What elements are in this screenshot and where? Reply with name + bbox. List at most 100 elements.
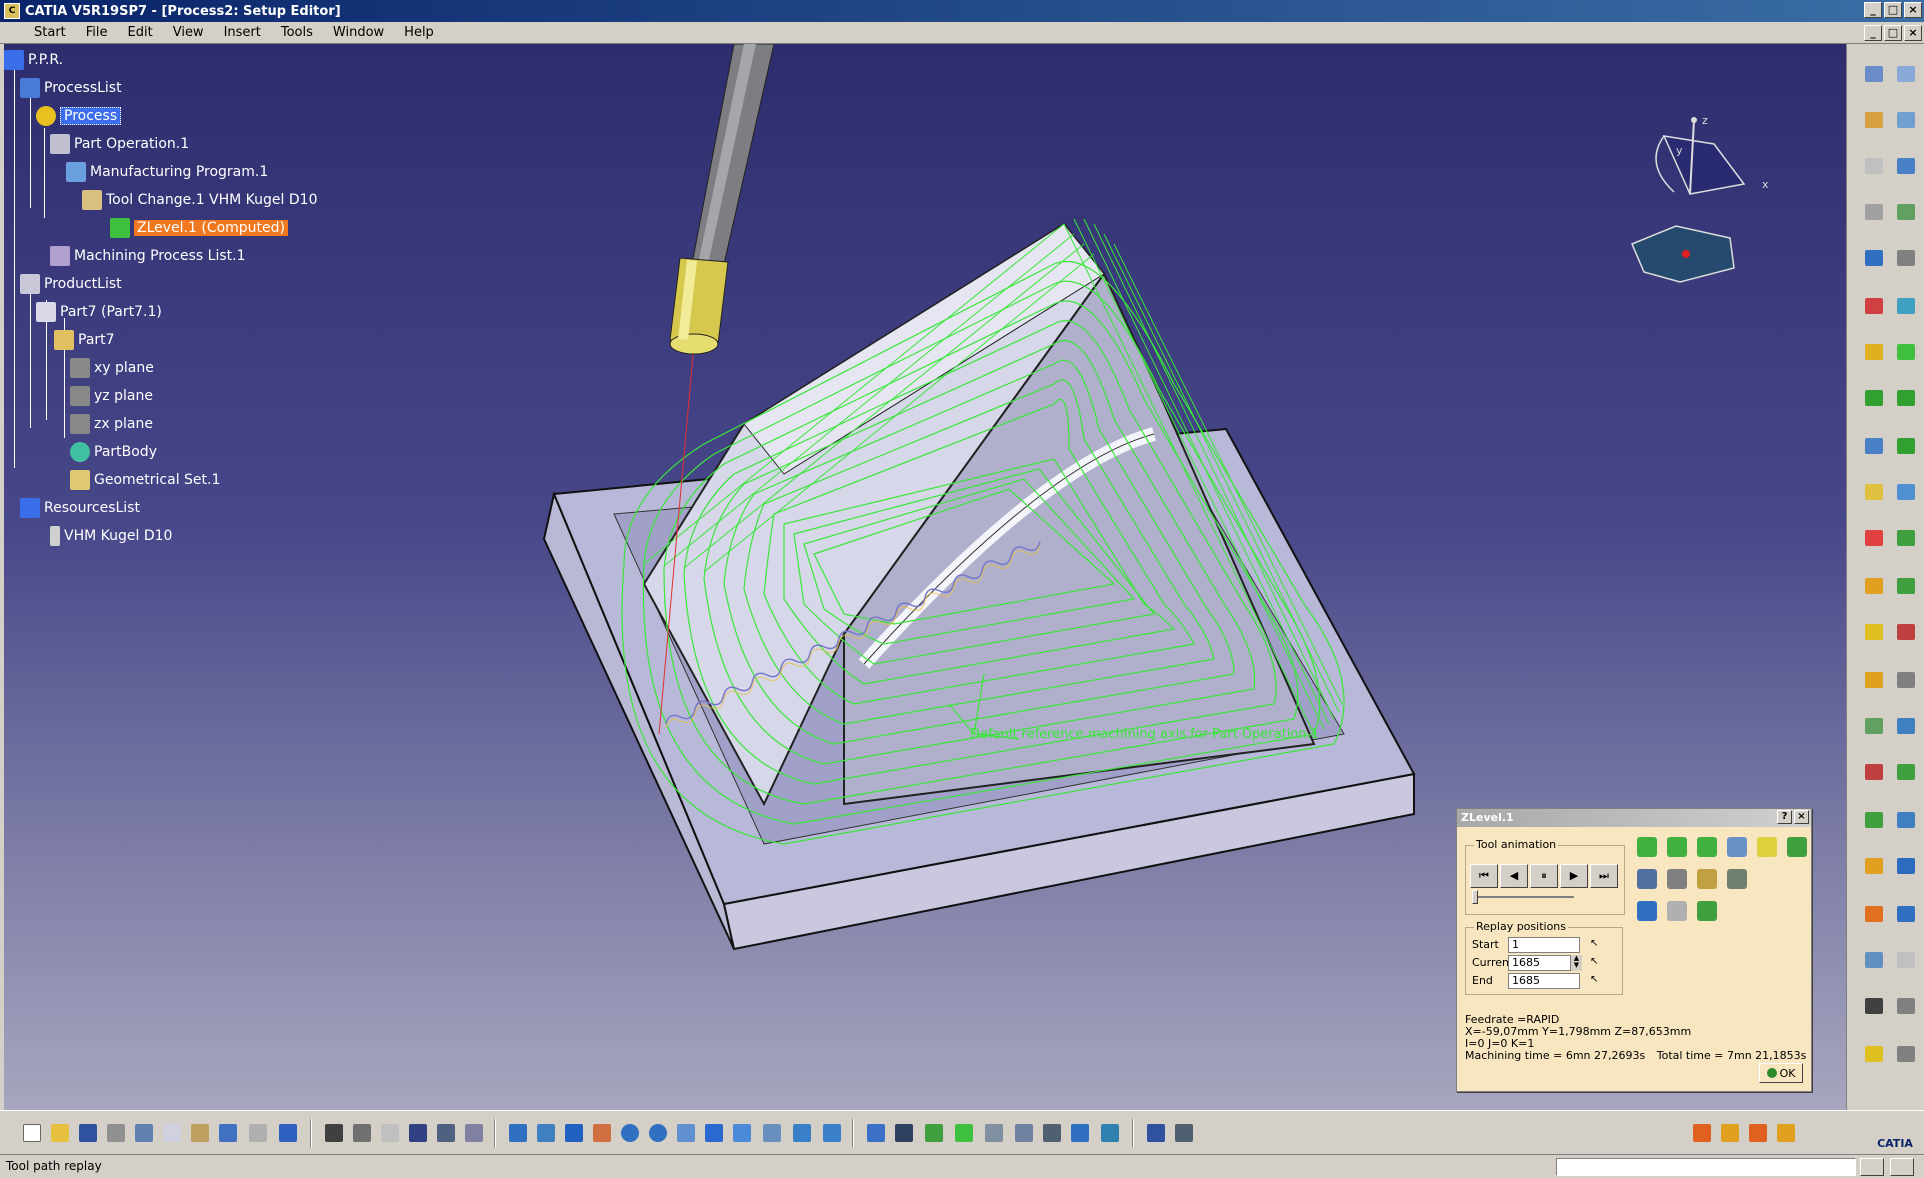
tree-node-resourceslist[interactable]: ResourcesList bbox=[20, 498, 140, 518]
tool-button[interactable] bbox=[1861, 948, 1887, 972]
tool-button[interactable] bbox=[1893, 948, 1919, 972]
comment-button[interactable] bbox=[350, 1121, 374, 1145]
render-style-button[interactable] bbox=[760, 1121, 784, 1145]
tool-button[interactable] bbox=[1893, 386, 1919, 410]
doc-minimize-button[interactable]: _ bbox=[1864, 25, 1882, 41]
tool-button[interactable] bbox=[1861, 246, 1887, 270]
tool-button[interactable] bbox=[1893, 620, 1919, 644]
tool-button[interactable] bbox=[1861, 62, 1887, 86]
tool-button[interactable] bbox=[1861, 902, 1887, 926]
new-file-button[interactable] bbox=[20, 1121, 44, 1145]
pause-button[interactable]: ⏸ bbox=[1530, 864, 1558, 888]
tool-button[interactable] bbox=[1861, 108, 1887, 132]
tool-button[interactable] bbox=[1893, 526, 1919, 550]
cut-button[interactable] bbox=[132, 1121, 156, 1145]
fly-button[interactable] bbox=[506, 1121, 530, 1145]
nc-output4-button[interactable] bbox=[1774, 1121, 1798, 1145]
toolbar-button[interactable] bbox=[1068, 1121, 1092, 1145]
maximize-button[interactable]: □ bbox=[1884, 2, 1902, 18]
zoom-out-button[interactable] bbox=[646, 1121, 670, 1145]
menu-view[interactable]: View bbox=[163, 25, 214, 40]
dialog-help-button[interactable]: ? bbox=[1777, 810, 1792, 824]
tool-button[interactable] bbox=[1893, 760, 1919, 784]
tree-node-geometrical-set[interactable]: Geometrical Set.1 bbox=[70, 470, 220, 490]
tree-node-process[interactable]: Process bbox=[36, 106, 122, 126]
menu-start[interactable]: Start bbox=[24, 25, 76, 40]
tool-button[interactable] bbox=[1861, 526, 1887, 550]
start-field[interactable]: 1 bbox=[1508, 937, 1580, 953]
tool-button[interactable] bbox=[1861, 668, 1887, 692]
swap-space-button[interactable] bbox=[820, 1121, 844, 1145]
tool-button[interactable] bbox=[1861, 386, 1887, 410]
rewind-button[interactable]: ⏮ bbox=[1470, 864, 1498, 888]
tool-button[interactable] bbox=[1861, 1042, 1887, 1066]
save-button[interactable] bbox=[76, 1121, 100, 1145]
tool-button[interactable] bbox=[1893, 62, 1919, 86]
knowledge-button[interactable] bbox=[462, 1121, 486, 1145]
copy-button[interactable] bbox=[160, 1121, 184, 1145]
collision-button[interactable] bbox=[1693, 897, 1721, 925]
tool-button[interactable] bbox=[1861, 808, 1887, 832]
tool-button[interactable] bbox=[1861, 620, 1887, 644]
nc-output2-button[interactable] bbox=[1718, 1121, 1742, 1145]
photo-button[interactable] bbox=[1633, 865, 1661, 893]
formula-button[interactable] bbox=[322, 1121, 346, 1145]
nc-output-button[interactable] bbox=[1690, 1121, 1714, 1145]
zoom-in-button[interactable] bbox=[618, 1121, 642, 1145]
table-button[interactable] bbox=[406, 1121, 430, 1145]
fit-all-button[interactable] bbox=[534, 1121, 558, 1145]
tool-button[interactable] bbox=[1861, 434, 1887, 458]
tree-node-zx-plane[interactable]: zx plane bbox=[70, 414, 153, 434]
start-pick-icon[interactable]: ↖ bbox=[1590, 937, 1604, 953]
export-button[interactable] bbox=[1172, 1121, 1196, 1145]
open-file-button[interactable] bbox=[48, 1121, 72, 1145]
rotate-button[interactable] bbox=[590, 1121, 614, 1145]
tree-node-xy-plane[interactable]: xy plane bbox=[70, 358, 154, 378]
whats-this-button[interactable] bbox=[276, 1121, 300, 1145]
catalog-button[interactable] bbox=[434, 1121, 458, 1145]
delete-button[interactable] bbox=[1012, 1121, 1036, 1145]
end-pick-icon[interactable]: ↖ bbox=[1590, 973, 1604, 989]
tool-button[interactable] bbox=[1893, 246, 1919, 270]
status-button[interactable] bbox=[1860, 1158, 1884, 1176]
screen-capture-button[interactable] bbox=[1098, 1121, 1122, 1145]
display-mode-button[interactable] bbox=[1753, 833, 1781, 861]
tool-button[interactable] bbox=[1861, 854, 1887, 878]
video-button[interactable] bbox=[1663, 865, 1691, 893]
end-field[interactable]: 1685 bbox=[1508, 973, 1580, 989]
tool-button[interactable] bbox=[1893, 808, 1919, 832]
menu-help[interactable]: Help bbox=[394, 25, 444, 40]
step-forward-button[interactable]: ▶ bbox=[1560, 864, 1588, 888]
normal-view-button[interactable] bbox=[674, 1121, 698, 1145]
hide-show-button[interactable] bbox=[790, 1121, 814, 1145]
tool-button[interactable] bbox=[1893, 154, 1919, 178]
tree-node-tool-change[interactable]: Tool Change.1 VHM Kugel D10 bbox=[82, 190, 317, 210]
fast-forward-button[interactable]: ⏭ bbox=[1590, 864, 1618, 888]
close-button[interactable]: × bbox=[1904, 2, 1922, 18]
tool-button[interactable] bbox=[1893, 108, 1919, 132]
animation-slider-thumb[interactable] bbox=[1472, 890, 1478, 904]
menu-edit[interactable]: Edit bbox=[118, 25, 163, 40]
status-button[interactable] bbox=[1890, 1158, 1914, 1176]
tree-node-ppr[interactable]: P.P.R. bbox=[4, 50, 63, 70]
current-spinner[interactable]: ▲ ▼ bbox=[1570, 955, 1582, 971]
nc-output3-button[interactable] bbox=[1746, 1121, 1770, 1145]
check-button[interactable] bbox=[952, 1121, 976, 1145]
step-back-button[interactable]: ◀ bbox=[1500, 864, 1528, 888]
catia-app-icon[interactable]: C bbox=[4, 3, 20, 19]
tool-button[interactable] bbox=[1893, 340, 1919, 364]
menu-tools[interactable]: Tools bbox=[271, 25, 323, 40]
tool-button[interactable] bbox=[1893, 994, 1919, 1018]
tool-button[interactable] bbox=[1893, 854, 1919, 878]
multi-view-button[interactable] bbox=[702, 1121, 726, 1145]
tree-node-part-operation[interactable]: Part Operation.1 bbox=[50, 134, 189, 154]
grid-button[interactable] bbox=[892, 1121, 916, 1145]
tool-button[interactable] bbox=[1893, 480, 1919, 504]
redo-button[interactable] bbox=[246, 1121, 270, 1145]
tool-button[interactable] bbox=[1861, 340, 1887, 364]
disabled-button[interactable] bbox=[1663, 897, 1691, 925]
tree-node-manufacturing-program[interactable]: Manufacturing Program.1 bbox=[66, 162, 268, 182]
tool-button[interactable] bbox=[1893, 714, 1919, 738]
menu-window[interactable]: Window bbox=[323, 25, 394, 40]
tool-path-button[interactable] bbox=[922, 1121, 946, 1145]
